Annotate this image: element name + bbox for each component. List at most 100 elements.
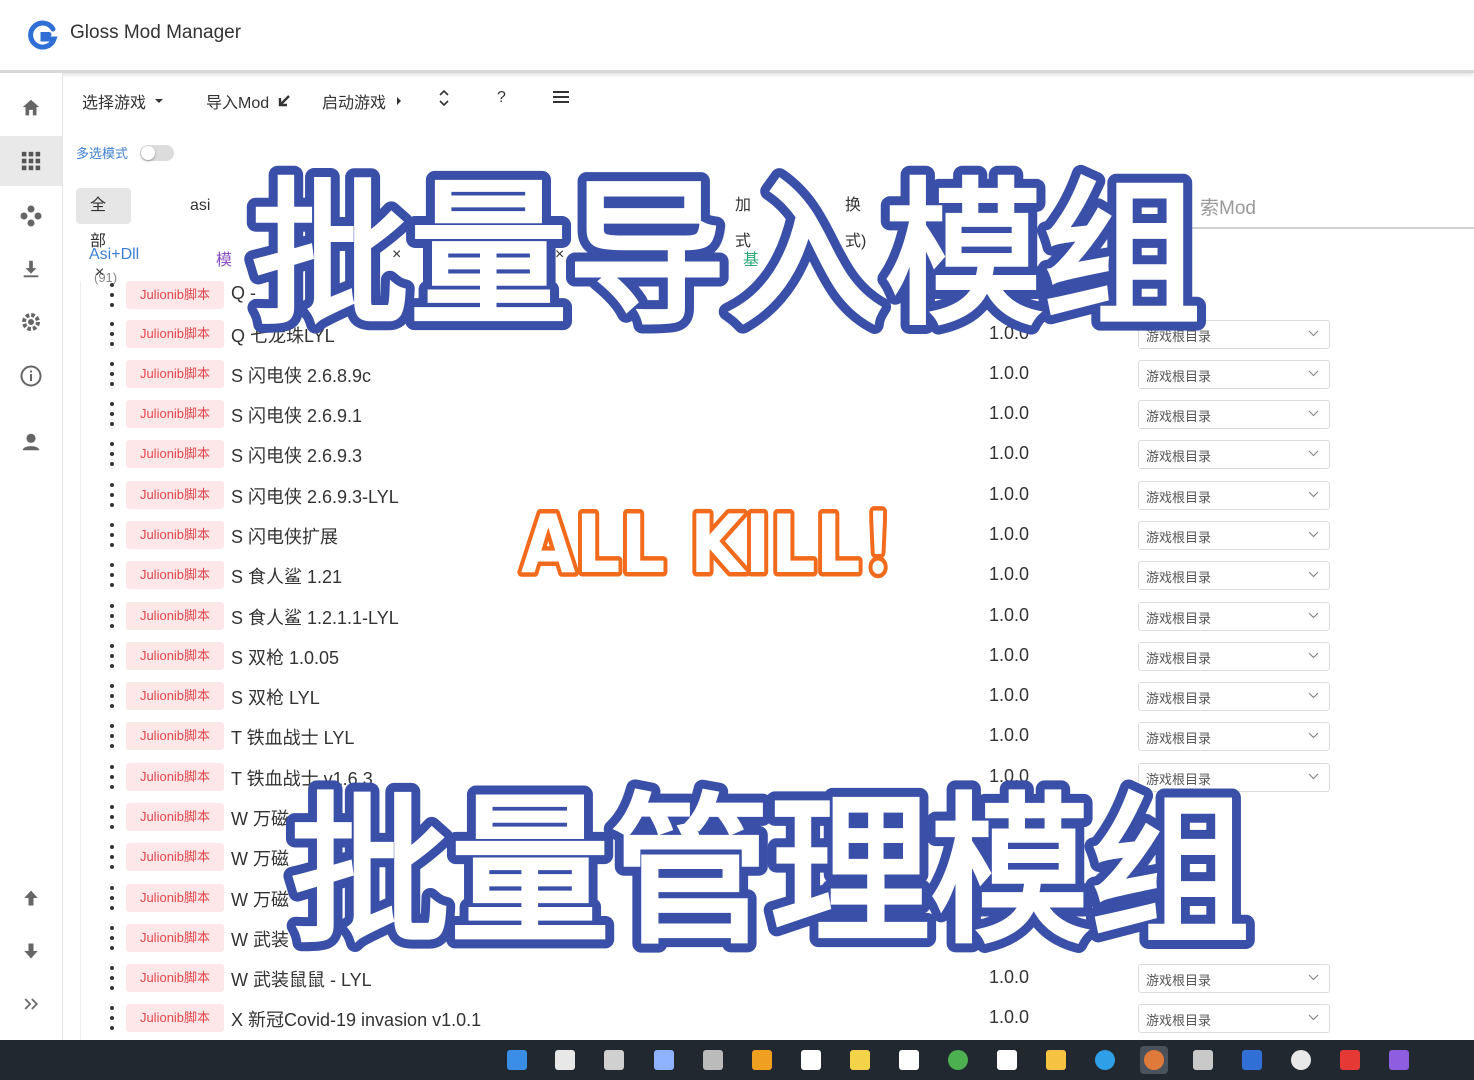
- scroll-bottom-button[interactable]: [0, 926, 62, 976]
- chrome-icon[interactable]: [944, 1046, 972, 1074]
- import-mod-button[interactable]: 导入Mod: [206, 89, 291, 113]
- scroll-top-button[interactable]: [0, 873, 62, 923]
- install-dir-select[interactable]: 游戏根目录: [1138, 964, 1330, 993]
- visual-studio-icon[interactable]: [1385, 1046, 1413, 1074]
- menu-button[interactable]: [552, 90, 570, 104]
- filter-root[interactable]: 根: [456, 188, 500, 224]
- mod-row[interactable]: Julionib脚本 S 闪电侠 2.6.9.3 1.0.0 游戏根目录: [81, 434, 1341, 474]
- filter-all[interactable]: 全部(91): [76, 188, 132, 285]
- more-options-icon[interactable]: [108, 483, 116, 507]
- more-options-icon[interactable]: [108, 684, 116, 708]
- tag-asi-dll[interactable]: Asi+Dll ×: [89, 246, 139, 282]
- task-view-icon[interactable]: [600, 1046, 628, 1074]
- app-icon[interactable]: [1336, 1046, 1364, 1074]
- sidebar-downloads[interactable]: [0, 244, 62, 294]
- mod-row[interactable]: Julionib脚本 X 新冠Covid-19 invasion v1.0.1 1.…: [81, 998, 1341, 1038]
- mod-row[interactable]: Julionib脚本 W 万磁: [81, 837, 1341, 877]
- launch-game-button[interactable]: 启动游戏: [322, 89, 404, 113]
- media-app-icon[interactable]: [846, 1046, 874, 1074]
- filter-okv[interactable]: okV: [596, 188, 652, 224]
- sidebar-mods[interactable]: [0, 136, 62, 186]
- mod-row[interactable]: Julionib脚本 S 食人鲨 1.2.1.1-LYL 1.0.0 游戏根目录: [81, 596, 1341, 636]
- file-explorer-icon[interactable]: [1042, 1046, 1070, 1074]
- mod-row[interactable]: Julionib脚本 S 闪电侠 2.6.9.3-LYL 1.0.0 游戏根目录: [81, 475, 1341, 515]
- snowflake-app-icon[interactable]: [650, 1046, 678, 1074]
- more-options-icon[interactable]: [108, 926, 116, 950]
- search-icon[interactable]: [551, 1046, 579, 1074]
- more-options-icon[interactable]: [108, 1006, 116, 1030]
- mod-row[interactable]: Julionib脚本 S 闪电侠 2.6.9.1 1.0.0 游戏根目录: [81, 394, 1341, 434]
- install-dir-select[interactable]: 游戏根目录: [1138, 561, 1330, 590]
- tag-close-icon[interactable]: ×: [392, 246, 401, 264]
- install-dir-select[interactable]: 游戏根目录: [1138, 722, 1330, 751]
- mod-row[interactable]: Julionib脚本 S 闪电侠 2.6.8.9c 1.0.0 游戏根目录: [81, 354, 1341, 394]
- mod-row[interactable]: Julionib脚本 W 武装: [81, 918, 1341, 958]
- install-dir-select[interactable]: 游戏根目录: [1138, 440, 1330, 469]
- mod-row[interactable]: Julionib脚本 T 铁血战士 v1.6.3 1.0.0 游戏根目录: [81, 757, 1341, 797]
- help-button[interactable]: ?: [497, 89, 506, 107]
- more-options-icon[interactable]: [108, 845, 116, 869]
- sidebar-account[interactable]: [0, 417, 62, 467]
- notepad-icon[interactable]: [1189, 1046, 1217, 1074]
- xbox-app-icon[interactable]: [895, 1046, 923, 1074]
- install-dir-select[interactable]: 游戏根目录: [1138, 763, 1330, 792]
- more-options-icon[interactable]: [108, 283, 116, 307]
- install-dir-select[interactable]: 游戏根目录: [1138, 521, 1330, 550]
- filter-asi[interactable]: asi: [176, 188, 224, 224]
- mod-row[interactable]: Julionib脚本 T 铁血战士 LYL 1.0.0 游戏根目录: [81, 716, 1341, 756]
- install-dir-select[interactable]: 游戏根目录: [1138, 642, 1330, 671]
- more-options-icon[interactable]: [108, 523, 116, 547]
- mod-row[interactable]: Julionib脚本 W 武装鼠鼠 - LYL 1.0.0 游戏根目录: [81, 958, 1341, 998]
- edge-icon[interactable]: [1091, 1046, 1119, 1074]
- mod-row[interactable]: Julionib脚本 S 闪电侠扩展 1.0.0 游戏根目录: [81, 515, 1341, 555]
- more-options-icon[interactable]: [108, 362, 116, 386]
- install-dir-select[interactable]: 游戏根目录: [1138, 682, 1330, 711]
- sidebar-settings[interactable]: [0, 297, 62, 347]
- more-options-icon[interactable]: [108, 724, 116, 748]
- mod-row[interactable]: Julionib脚本 S 食人鲨 1.21 1.0.0 游戏根目录: [81, 555, 1341, 595]
- xbox-app-icon[interactable]: [993, 1046, 1021, 1074]
- xbox-app-icon[interactable]: [797, 1046, 825, 1074]
- search-mod-field[interactable]: 索Mod: [1180, 183, 1474, 229]
- install-dir-select[interactable]: 游戏根目录: [1138, 400, 1330, 429]
- select-game-button[interactable]: 选择游戏: [82, 89, 164, 113]
- mod-row[interactable]: Julionib脚本 W 万磁: [81, 878, 1341, 918]
- tag-mod[interactable]: 模: [216, 246, 232, 270]
- install-dir-select[interactable]: 游戏根目录: [1138, 320, 1330, 349]
- multi-select-toggle[interactable]: [140, 144, 175, 161]
- media-player-icon[interactable]: [1287, 1046, 1315, 1074]
- gear-app-icon[interactable]: [699, 1046, 727, 1074]
- more-options-icon[interactable]: [108, 966, 116, 990]
- more-options-icon[interactable]: [108, 442, 116, 466]
- obs-icon[interactable]: [1140, 1046, 1168, 1074]
- more-options-icon[interactable]: [108, 402, 116, 426]
- sidebar-home[interactable]: [0, 83, 62, 133]
- more-options-icon[interactable]: [108, 604, 116, 628]
- tag-close-icon[interactable]: ×: [555, 246, 564, 264]
- mod-row[interactable]: Julionib脚本 S 双枪 LYL 1.0.0 游戏根目录: [81, 676, 1341, 716]
- tag-close-icon[interactable]: ×: [95, 264, 104, 281]
- install-dir-select[interactable]: 游戏根目录: [1138, 602, 1330, 631]
- mod-row[interactable]: Julionib脚本 S 双枪 1.0.05 1.0.0 游戏根目录: [81, 636, 1341, 676]
- more-options-icon[interactable]: [108, 765, 116, 789]
- filter-replace[interactable]: 换式): [831, 188, 880, 250]
- more-options-icon[interactable]: [108, 644, 116, 668]
- gloss-mod-icon[interactable]: [1238, 1046, 1266, 1074]
- expand-sidebar-button[interactable]: [0, 979, 62, 1029]
- install-dir-select[interactable]: 游戏根目录: [1138, 1004, 1330, 1033]
- more-options-icon[interactable]: [108, 563, 116, 587]
- tag-base[interactable]: 基: [743, 246, 759, 270]
- sidebar-about[interactable]: [0, 351, 62, 401]
- sublime-app-icon[interactable]: [748, 1046, 776, 1074]
- sort-button[interactable]: [438, 89, 450, 107]
- filter-load[interactable]: 加式: [721, 188, 765, 250]
- mod-row[interactable]: Julionib脚本 Q 七龙珠LYL 1.0.0 游戏根目录: [81, 314, 1341, 354]
- windows-start-icon[interactable]: [503, 1046, 531, 1074]
- more-options-icon[interactable]: [108, 805, 116, 829]
- sidebar-games[interactable]: [0, 191, 62, 241]
- mod-row[interactable]: Julionib脚本 W 万磁: [81, 797, 1341, 837]
- more-options-icon[interactable]: [108, 886, 116, 910]
- install-dir-select[interactable]: 游戏根目录: [1138, 481, 1330, 510]
- mod-row[interactable]: Julionib脚本 Q -: [81, 281, 1341, 315]
- install-dir-select[interactable]: 游戏根目录: [1138, 360, 1330, 389]
